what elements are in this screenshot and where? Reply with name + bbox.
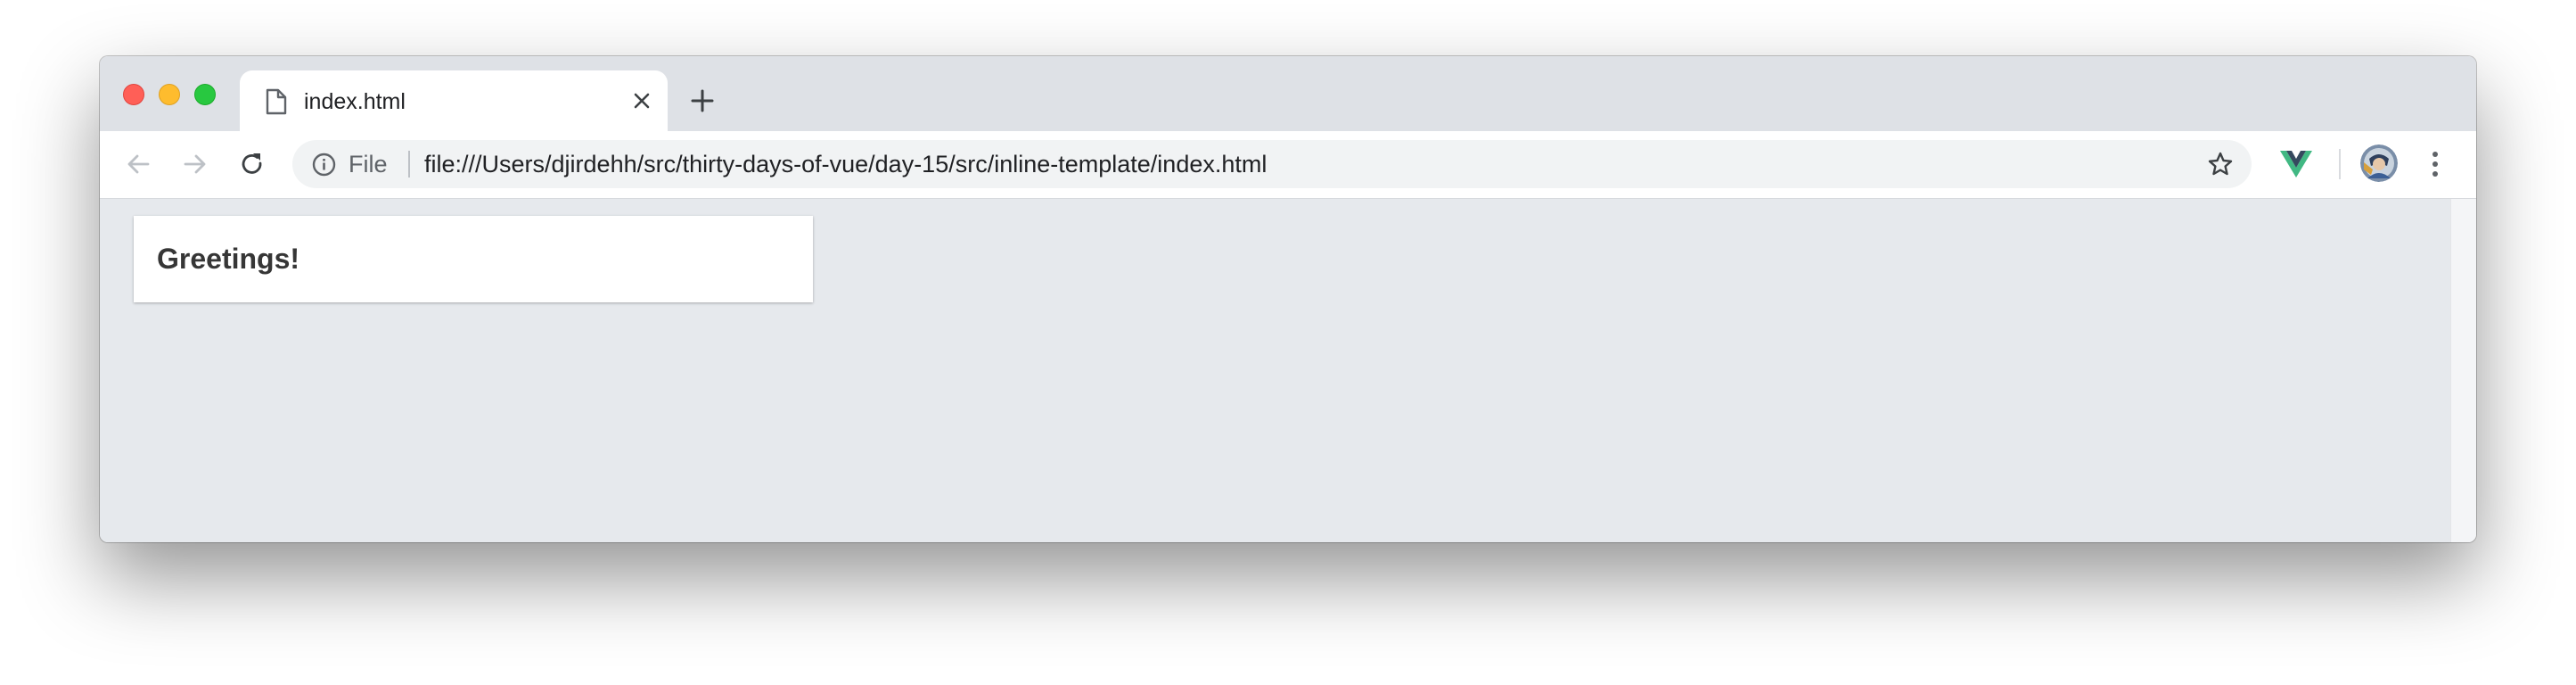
- arrow-left-icon: [127, 154, 150, 174]
- browser-window: index.html File file:///Users/djirdehh/s…: [100, 56, 2476, 542]
- window-close-button[interactable]: [123, 84, 144, 105]
- kebab-menu-icon[interactable]: [2423, 145, 2448, 183]
- document-icon: [266, 88, 287, 115]
- window-minimize-button[interactable]: [159, 84, 180, 105]
- vue-devtools-icon[interactable]: [2280, 149, 2312, 179]
- url-text[interactable]: file:///Users/djirdehh/src/thirty-days-o…: [424, 150, 1267, 178]
- reload-button[interactable]: [234, 145, 271, 183]
- tab-active[interactable]: index.html: [240, 70, 668, 131]
- back-button[interactable]: [119, 145, 157, 183]
- menu-dot: [2432, 171, 2438, 177]
- toolbar-divider: [2339, 149, 2341, 179]
- star-icon[interactable]: [2207, 151, 2234, 177]
- page-viewport: Greetings!: [100, 199, 2476, 542]
- tab-close-button[interactable]: [627, 86, 657, 116]
- card-title: Greetings!: [157, 243, 300, 275]
- plus-icon: [691, 89, 714, 112]
- window-maximize-button[interactable]: [194, 84, 216, 105]
- tab-strip: index.html: [100, 56, 2476, 131]
- omnibox-divider: [408, 151, 410, 177]
- avatar[interactable]: [2360, 144, 2398, 182]
- scheme-label: File: [349, 151, 388, 177]
- greeting-card: Greetings!: [134, 216, 813, 302]
- tab-title: index.html: [304, 89, 406, 114]
- reload-icon: [242, 153, 262, 174]
- new-tab-button[interactable]: [685, 83, 720, 119]
- address-bar[interactable]: File file:///Users/djirdehh/src/thirty-d…: [292, 140, 2252, 188]
- info-icon[interactable]: [312, 153, 336, 177]
- close-icon: [634, 93, 650, 109]
- vertical-scrollbar[interactable]: [2450, 199, 2476, 542]
- browser-toolbar: File file:///Users/djirdehh/src/thirty-d…: [100, 131, 2476, 199]
- menu-dot: [2432, 152, 2438, 157]
- menu-dot: [2432, 161, 2438, 167]
- forward-button[interactable]: [176, 145, 214, 183]
- arrow-right-icon: [184, 154, 206, 174]
- profile-avatar-icon: [2360, 144, 2398, 182]
